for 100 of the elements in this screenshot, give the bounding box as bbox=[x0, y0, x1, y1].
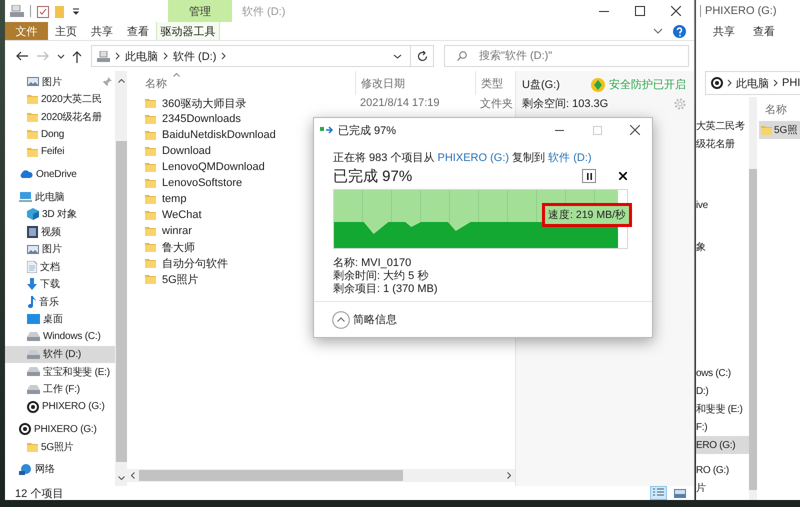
emblem-icon bbox=[591, 78, 605, 92]
column-header[interactable]: 类型 bbox=[475, 71, 515, 95]
scroll-thumb[interactable] bbox=[749, 169, 757, 490]
address-bar[interactable]: 此电脑 PHI bbox=[705, 71, 800, 95]
scrollbar[interactable] bbox=[115, 71, 127, 486]
collapse-button[interactable]: 简略信息 bbox=[332, 310, 397, 328]
folder-icon bbox=[761, 125, 772, 135]
disc-icon bbox=[711, 77, 723, 89]
nav-item[interactable]: Windows (C:) bbox=[5, 328, 115, 346]
file-tab[interactable]: 文件 bbox=[5, 22, 48, 40]
location-link[interactable]: 软件 (D:) bbox=[548, 152, 592, 164]
speed-label: 速度: 219 MB/秒 bbox=[542, 203, 632, 227]
column-header[interactable]: 名称 bbox=[127, 76, 355, 90]
nav-item[interactable]: 此电脑 bbox=[5, 188, 115, 206]
nav-item[interactable]: 片 bbox=[696, 479, 749, 497]
context-tab[interactable]: 驱动器工具 bbox=[156, 22, 220, 40]
drive-icon bbox=[97, 50, 110, 62]
scrollbar[interactable] bbox=[749, 97, 757, 500]
nav-item[interactable]: 5G照片 bbox=[5, 438, 115, 456]
nav-item[interactable]: ERO (G:) bbox=[696, 436, 749, 454]
scrollbar[interactable] bbox=[127, 469, 515, 482]
nav-item[interactable]: RO (G:) bbox=[696, 461, 749, 479]
scroll-thumb[interactable] bbox=[139, 470, 403, 481]
checklist-icon[interactable] bbox=[37, 4, 49, 18]
pause-icon bbox=[586, 172, 592, 180]
scroll-left-icon[interactable] bbox=[131, 472, 135, 479]
scroll-right-icon[interactable] bbox=[507, 472, 511, 479]
nav-item[interactable]: F:) bbox=[696, 418, 749, 436]
nav-item[interactable]: PHIXERO (G:) bbox=[5, 420, 115, 438]
file-item[interactable]: 5G照 bbox=[759, 121, 800, 139]
folder-icon bbox=[145, 162, 156, 172]
nav-item[interactable]: 音乐 bbox=[5, 293, 115, 310]
nav-item[interactable]: 桌面 bbox=[5, 310, 115, 328]
ribbon-tab[interactable]: 查看 bbox=[120, 22, 156, 40]
nav-item[interactable]: ows (C:) bbox=[696, 364, 749, 382]
nav-item[interactable]: ive bbox=[696, 196, 749, 214]
nav-item[interactable]: 下载 bbox=[5, 276, 115, 293]
dropdown-icon[interactable] bbox=[72, 7, 80, 15]
file-item[interactable]: temp bbox=[127, 193, 355, 205]
nav-item[interactable]: Dong bbox=[5, 126, 115, 143]
file-item[interactable]: 360驱动大师目录 bbox=[127, 96, 355, 110]
nav-item[interactable]: 工作 (F:) bbox=[5, 380, 115, 398]
chevron-down-icon[interactable] bbox=[57, 54, 65, 58]
location-link[interactable]: PHIXERO (G:) bbox=[438, 152, 510, 164]
nav-item[interactable]: 图片 bbox=[5, 240, 115, 258]
ribbon-tab[interactable]: 共享 bbox=[84, 22, 120, 40]
ribbon-tab[interactable]: 主页 bbox=[48, 22, 84, 40]
film-icon bbox=[27, 226, 38, 238]
search-field[interactable]: 搜索"软件 (D:)" bbox=[444, 45, 689, 67]
breadcrumb-item[interactable]: 软件 (D:) bbox=[173, 48, 216, 64]
nav-item[interactable]: PHIXERO (G:) bbox=[5, 398, 115, 416]
file-item[interactable]: winrar bbox=[127, 225, 355, 237]
scroll-up-icon[interactable] bbox=[118, 79, 124, 83]
nav-item[interactable]: OneDrive bbox=[5, 166, 115, 183]
nav-item[interactable]: 文档 bbox=[5, 258, 115, 276]
refresh-button[interactable] bbox=[410, 45, 434, 67]
ribbon-tab[interactable]: 查看 bbox=[746, 22, 782, 40]
scroll-thumb[interactable] bbox=[116, 141, 126, 462]
file-item[interactable]: WeChat bbox=[127, 209, 355, 221]
chevron-right-icon bbox=[221, 52, 226, 60]
nav-item[interactable]: 软件 (D:) bbox=[5, 346, 115, 363]
column-header[interactable]: 修改日期 bbox=[355, 71, 475, 95]
folder-icon bbox=[145, 210, 156, 220]
up-icon[interactable] bbox=[72, 50, 82, 62]
breadcrumb-item[interactable]: 此电脑 bbox=[125, 48, 158, 64]
pause-button[interactable] bbox=[582, 169, 596, 183]
nav-item[interactable]: D:) bbox=[696, 382, 749, 400]
nav-item[interactable]: 视频 bbox=[5, 223, 115, 240]
nav-item[interactable]: 级花名册 bbox=[696, 135, 749, 153]
cancel-button[interactable] bbox=[618, 171, 628, 181]
column-header[interactable]: 名称 bbox=[759, 97, 800, 121]
chevron-down-icon[interactable] bbox=[653, 28, 663, 34]
nav-item[interactable]: 2020大英二民 bbox=[5, 90, 115, 108]
details-view-button[interactable] bbox=[650, 486, 667, 500]
address-bar[interactable]: 此电脑 软件 (D:) bbox=[91, 45, 411, 67]
help-icon[interactable] bbox=[673, 24, 686, 38]
chevron-down-icon[interactable] bbox=[393, 54, 402, 58]
breadcrumb-item[interactable]: PHI bbox=[782, 77, 800, 89]
cube-icon bbox=[27, 208, 39, 220]
back-icon[interactable] bbox=[15, 51, 29, 61]
window-title: PHIXERO (G:) bbox=[700, 5, 777, 17]
nav-item[interactable]: 网络 bbox=[5, 460, 115, 478]
file-item[interactable]: 2345Downloads bbox=[127, 113, 355, 125]
nav-item[interactable]: 象 bbox=[696, 238, 749, 256]
file-item[interactable]: 鲁大师 bbox=[127, 240, 355, 254]
nav-item[interactable]: Feifei bbox=[5, 143, 115, 160]
nav-item[interactable]: 2020级花名册 bbox=[5, 108, 115, 126]
nav-item[interactable]: 图片 bbox=[5, 73, 115, 90]
scroll-down-icon[interactable] bbox=[118, 476, 124, 480]
tiles-view-button[interactable] bbox=[671, 486, 688, 500]
breadcrumb-item[interactable]: 此电脑 bbox=[736, 76, 769, 90]
dialog-title: 已完成 97% bbox=[338, 124, 396, 138]
nav-item[interactable]: 3D 对象 bbox=[5, 206, 115, 223]
window-title: 软件 (D:) bbox=[241, 4, 286, 20]
ribbon-tab[interactable]: 共享 bbox=[706, 22, 742, 40]
chevron-right-icon bbox=[773, 79, 778, 87]
nav-item[interactable]: 大英二民考 bbox=[696, 117, 749, 135]
close-icon bbox=[630, 125, 640, 135]
nav-item[interactable]: 和斐斐 (E:) bbox=[696, 400, 749, 418]
nav-item[interactable]: 宝宝和斐斐 (E:) bbox=[5, 363, 115, 380]
